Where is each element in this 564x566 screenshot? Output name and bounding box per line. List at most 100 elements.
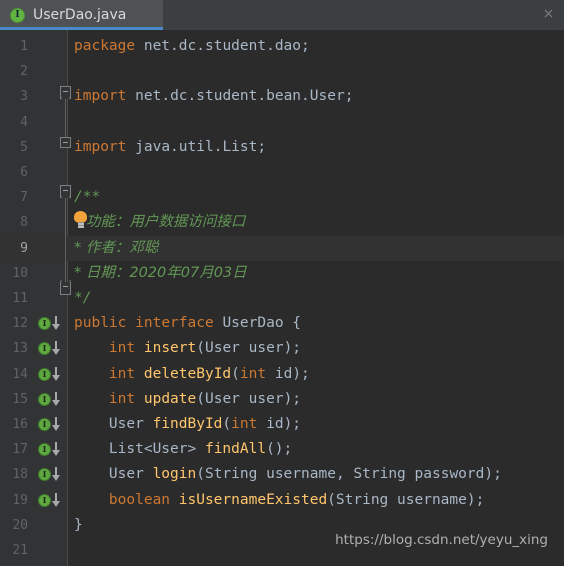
- punctuation: [170, 492, 179, 508]
- code-line-row[interactable]: 15 int update(User user);: [0, 387, 564, 412]
- punctuation: .: [196, 38, 205, 54]
- implemented-method-icon[interactable]: I: [38, 466, 62, 482]
- fold-icon-line5[interactable]: [60, 137, 71, 148]
- code-line-text[interactable]: /**: [74, 185, 100, 210]
- code-line-row[interactable]: 18 User login(String username, String pa…: [0, 462, 564, 487]
- punctuation: [126, 315, 135, 331]
- code-line-row[interactable]: 12 public interface UserDao {: [0, 311, 564, 336]
- identifier: dao: [274, 38, 302, 54]
- code-line-text[interactable]: List<User> findAll();: [74, 437, 292, 462]
- code-line-row[interactable]: 2: [0, 59, 564, 84]
- code-line-text[interactable]: import net.dc.student.bean.User;: [74, 84, 353, 109]
- punctuation: [257, 416, 266, 432]
- code-line-row[interactable]: 6: [0, 160, 564, 185]
- punctuation: [240, 391, 249, 407]
- line-number: 15: [12, 391, 28, 407]
- lightbulb-icon[interactable]: [74, 211, 87, 228]
- fold-start-icon-line7[interactable]: [60, 185, 71, 198]
- implemented-method-icon[interactable]: I: [38, 366, 62, 382]
- code-line-row[interactable]: 3 import net.dc.student.bean.User;: [0, 84, 564, 109]
- code-line-text[interactable]: User findById(int id);: [74, 412, 301, 437]
- code-line-text[interactable]: User login(String username, String passw…: [74, 462, 502, 487]
- punctuation: ;: [301, 38, 310, 54]
- code-line-text[interactable]: public interface UserDao {: [74, 311, 301, 336]
- tab-userdao-java[interactable]: I UserDao.java: [0, 0, 163, 30]
- code-line-row[interactable]: 13 int insert(User user);: [0, 336, 564, 361]
- code-line-text[interactable]: * 功能：用户数据访问接口: [74, 210, 245, 235]
- line-number: 7: [20, 190, 28, 206]
- arrow-head: [52, 349, 60, 356]
- punctuation: (: [196, 466, 205, 483]
- code-line-row[interactable]: 19 boolean isUsernameExisted(String user…: [0, 488, 564, 513]
- code-line-text[interactable]: */: [74, 286, 91, 311]
- code-line-row[interactable]: 16 User findById(int id);: [0, 412, 564, 437]
- line-number: 11: [12, 291, 28, 306]
- down-arrow-icon: [52, 417, 60, 432]
- code-line-row[interactable]: 14 int deleteById(int id);: [0, 362, 564, 387]
- down-arrow-icon: [52, 341, 60, 356]
- punctuation: [406, 466, 415, 482]
- implemented-method-icon[interactable]: I: [38, 416, 62, 432]
- line-number: 21: [12, 543, 28, 558]
- punctuation: );: [466, 491, 485, 508]
- fold-start-icon-line3[interactable]: [60, 86, 71, 99]
- code-line-text[interactable]: int update(User user);: [74, 387, 301, 412]
- punctuation: .: [161, 88, 171, 105]
- arrow-head: [52, 425, 60, 431]
- code-line-row[interactable]: 5 import java.util.List;: [0, 135, 564, 160]
- down-arrow-icon: [52, 467, 60, 482]
- line-number: 4: [20, 114, 28, 130]
- identifier: UserDao: [222, 315, 284, 332]
- fold-end-icon-line11[interactable]: [60, 282, 71, 295]
- identifier: User: [108, 466, 144, 483]
- code-editor[interactable]: 1 package net.dc.student.dao; 2 3 import net…: [0, 30, 564, 566]
- punctuation: [135, 340, 144, 356]
- implemented-method-icon[interactable]: I: [38, 315, 62, 331]
- implemented-method-icon[interactable]: I: [38, 391, 62, 407]
- code-line-text[interactable]: * 作者：邓聪: [74, 236, 158, 261]
- code-line-row[interactable]: 7 /**: [0, 185, 564, 210]
- punctuation: );: [484, 466, 502, 483]
- punctuation: [74, 466, 109, 482]
- interface-marker-icon: I: [38, 493, 51, 507]
- implemented-method-icon[interactable]: I: [38, 492, 62, 508]
- identifier: username: [397, 491, 467, 508]
- line-number: 19: [12, 492, 28, 508]
- code-line-row[interactable]: 11 */: [0, 286, 564, 311]
- code-line-text[interactable]: import java.util.List;: [74, 135, 266, 160]
- code-line-row[interactable]: 17 List<User> findAll();: [0, 437, 564, 462]
- code-line-row[interactable]: 9 * 作者：邓聪: [0, 235, 564, 261]
- code-line-text[interactable]: boolean isUsernameExisted(String usernam…: [74, 488, 484, 513]
- identifier: student: [196, 88, 258, 105]
- punctuation: [126, 88, 135, 104]
- code-line-row[interactable]: 4: [0, 110, 564, 135]
- punctuation: {: [283, 315, 302, 332]
- line-number: 12: [12, 316, 28, 332]
- interface-icon: I: [10, 7, 25, 23]
- identifier: User: [108, 416, 144, 432]
- code-line-text[interactable]: int deleteById(int id);: [74, 362, 310, 387]
- punctuation: );: [283, 340, 302, 357]
- punctuation: [388, 492, 397, 508]
- implemented-method-icon[interactable]: I: [38, 340, 62, 356]
- close-icon[interactable]: ×: [542, 7, 555, 21]
- identifier: id: [266, 416, 284, 432]
- line-number: 2: [20, 64, 28, 80]
- punctuation: [266, 366, 275, 382]
- method-name: update: [143, 390, 197, 407]
- code-line-text[interactable]: * 日期：2020年07月03日: [74, 261, 247, 286]
- code-line-row[interactable]: 10 * 日期：2020年07月03日: [0, 261, 564, 286]
- watermark-url: https://blog.csdn.net/yeyu_xing: [335, 532, 548, 548]
- code-line-row[interactable]: 1 package net.dc.student.dao;: [0, 34, 564, 59]
- code-line-text[interactable]: int insert(User user);: [74, 336, 301, 361]
- line-number: 9: [20, 240, 28, 256]
- code-line-text[interactable]: package net.dc.student.dao;: [74, 34, 310, 59]
- code-line-text[interactable]: }: [74, 513, 83, 538]
- punctuation: [74, 391, 109, 407]
- identifier: net: [143, 38, 171, 54]
- down-arrow-icon: [52, 366, 60, 382]
- identifier: List: [222, 138, 258, 155]
- line-number: 20: [12, 517, 28, 533]
- interface-marker-icon: I: [38, 367, 51, 381]
- implemented-method-icon[interactable]: I: [38, 441, 62, 457]
